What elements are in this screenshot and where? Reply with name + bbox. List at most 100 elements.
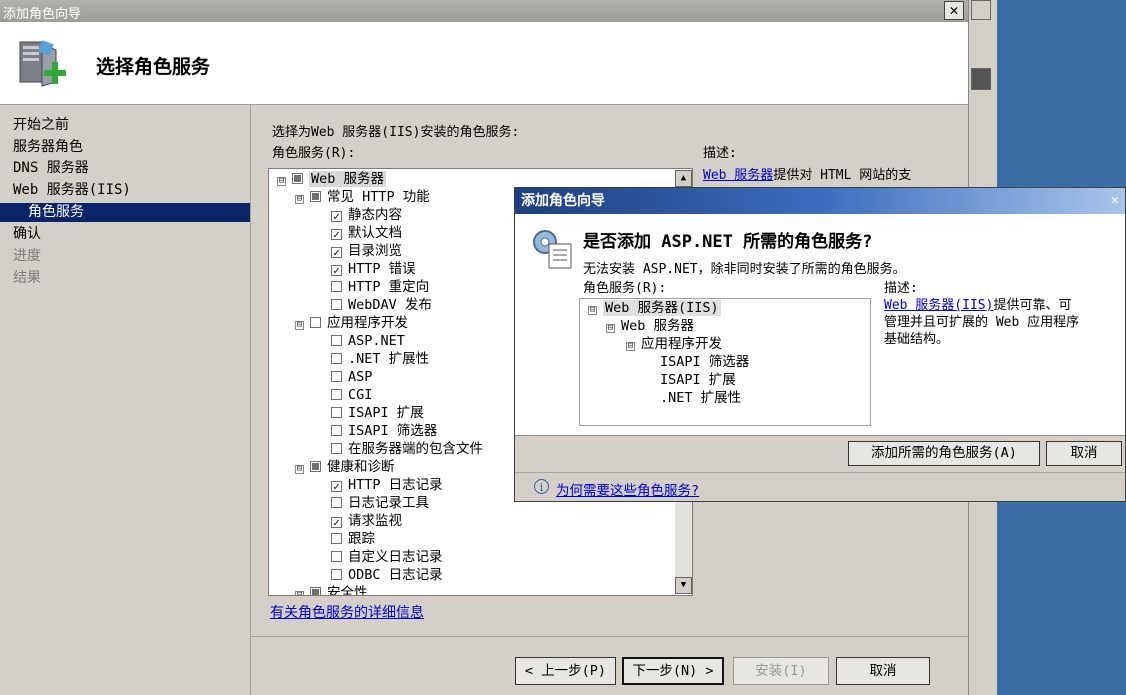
dlg-tree-item-isapi-filter[interactable]: ISAPI 筛选器: [660, 353, 749, 371]
scroll-thumb[interactable]: [971, 68, 991, 90]
tree-label: 目录浏览: [348, 243, 402, 259]
dialog-close-button[interactable]: ✕: [1111, 193, 1119, 208]
tree-item-common-http[interactable]: ⊟ 常见 HTTP 功能: [295, 188, 430, 206]
web-server-link[interactable]: Web 服务器: [703, 168, 773, 183]
checkbox-unchecked[interactable]: [331, 335, 342, 346]
dialog-heading: 是否添加 ASP.NET 所需的角色服务?: [583, 232, 873, 252]
dlg-tree-item-web-server[interactable]: ⊟ Web 服务器: [606, 317, 694, 335]
tree-label: .NET 扩展性: [348, 351, 430, 367]
checkbox-unchecked[interactable]: [331, 425, 342, 436]
dialog-cancel-button[interactable]: 取消: [1046, 441, 1122, 466]
checkbox-unchecked[interactable]: [331, 443, 342, 454]
tree-item-ssi[interactable]: 在服务器端的包含文件: [331, 440, 483, 458]
expander-icon[interactable]: ⊟: [277, 177, 286, 186]
checkbox-checked[interactable]: ✓: [331, 481, 342, 492]
tree-item-asp[interactable]: ASP: [331, 368, 372, 386]
checkbox-unchecked[interactable]: [331, 353, 342, 364]
nav-item-before-you-begin[interactable]: 开始之前: [13, 115, 69, 135]
checkbox-unchecked[interactable]: [331, 551, 342, 562]
checkbox-unchecked[interactable]: [310, 317, 321, 328]
checkbox-checked[interactable]: ✓: [331, 211, 342, 222]
checkbox-checked[interactable]: ✓: [331, 265, 342, 276]
tree-item-health[interactable]: ⊟ 健康和诊断: [295, 458, 395, 476]
tree-item-http-errors[interactable]: ✓ HTTP 错误: [331, 260, 416, 278]
nav-item-server-roles[interactable]: 服务器角色: [13, 137, 83, 157]
description-body: 提供对 HTML 网站的支: [773, 168, 912, 183]
description-text: Web 服务器提供对 HTML 网站的支: [703, 164, 911, 183]
checkbox-partial[interactable]: [292, 173, 303, 184]
checkbox-unchecked[interactable]: [331, 371, 342, 382]
tree-item-isapi-ext[interactable]: ISAPI 扩展: [331, 404, 424, 422]
tree-item-directory-browsing[interactable]: ✓ 目录浏览: [331, 242, 402, 260]
tree-item-web-server[interactable]: ⊟ Web 服务器: [277, 170, 387, 188]
dlg-tree-item-web-server-iis[interactable]: ⊟ Web 服务器(IIS): [588, 299, 721, 317]
dialog-list-label: 角色服务(R):: [583, 281, 667, 296]
checkbox-unchecked[interactable]: [331, 299, 342, 310]
cancel-button[interactable]: 取消: [836, 657, 930, 685]
web-server-iis-link[interactable]: Web 服务器(IIS): [884, 298, 993, 313]
expander-icon[interactable]: ⊟: [588, 306, 597, 315]
nav-item-role-services[interactable]: 角色服务: [0, 203, 250, 222]
tree-item-security[interactable]: ⊟ 安全性: [295, 584, 368, 595]
expander-icon[interactable]: ⊟: [295, 321, 304, 330]
close-button[interactable]: ✕: [944, 1, 964, 20]
scroll-up-icon[interactable]: ▲: [675, 170, 692, 187]
tree-item-odbc-logging[interactable]: ODBC 日志记录: [331, 566, 443, 584]
nav-item-confirmation[interactable]: 确认: [13, 224, 41, 244]
nav-item-web-server[interactable]: Web 服务器(IIS): [13, 180, 131, 200]
why-needed-link[interactable]: 为何需要这些角色服务?: [556, 479, 699, 499]
desc-line-1: 提供可靠、可: [993, 298, 1072, 313]
tree-item-tracing[interactable]: 跟踪: [331, 530, 375, 548]
more-info-link[interactable]: 有关角色服务的详细信息: [270, 602, 424, 622]
tree-label: 常见 HTTP 功能: [327, 189, 430, 205]
expander-icon[interactable]: ⊟: [626, 342, 635, 351]
checkbox-checked[interactable]: ✓: [331, 229, 342, 240]
next-button[interactable]: 下一步(N) >: [622, 657, 724, 685]
required-services-tree[interactable]: ⊟ Web 服务器(IIS) ⊟ Web 服务器 ⊟ 应用程序开发 ISAPI 筛选器…: [579, 298, 871, 426]
install-button: 安装(I): [733, 657, 829, 685]
tree-item-static-content[interactable]: ✓ 静态内容: [331, 206, 402, 224]
tree-item-http-logging[interactable]: ✓ HTTP 日志记录: [331, 476, 443, 494]
tree-item-logging-tools[interactable]: 日志记录工具: [331, 494, 429, 512]
tree-item-net-ext[interactable]: .NET 扩展性: [331, 350, 429, 368]
tree-item-webdav[interactable]: WebDAV 发布: [331, 296, 432, 314]
dlg-tree-item-app-dev[interactable]: ⊟ 应用程序开发: [626, 335, 722, 353]
checkbox-checked[interactable]: ✓: [331, 247, 342, 258]
checkbox-checked[interactable]: ✓: [331, 517, 342, 528]
info-icon: i: [534, 479, 549, 494]
tree-label: CGI: [348, 387, 373, 403]
tree-item-custom-logging[interactable]: 自定义日志记录: [331, 548, 443, 566]
tree-item-http-redirect[interactable]: HTTP 重定向: [331, 278, 429, 296]
expander-icon[interactable]: ⊟: [606, 324, 615, 333]
previous-button[interactable]: < 上一步(P): [515, 657, 616, 685]
tree-item-request-monitor[interactable]: ✓ 请求监视: [331, 512, 402, 530]
tree-label: Web 服务器: [309, 171, 387, 187]
server-add-icon: [19, 40, 66, 87]
expander-icon[interactable]: ⊟: [295, 591, 304, 595]
checkbox-unchecked[interactable]: [331, 407, 342, 418]
tree-label: Web 服务器(IIS): [603, 300, 721, 316]
add-required-services-button[interactable]: 添加所需的角色服务(A): [848, 441, 1040, 466]
checkbox-unchecked[interactable]: [331, 281, 342, 292]
dlg-tree-item-isapi-ext[interactable]: ISAPI 扩展: [660, 371, 736, 389]
tree-item-default-document[interactable]: ✓ 默认文档: [331, 224, 402, 242]
dlg-tree-item-net-ext[interactable]: .NET 扩展性: [660, 389, 741, 407]
instruction-text: 选择为Web 服务器(IIS)安装的角色服务:: [272, 125, 520, 140]
expander-icon[interactable]: ⊟: [295, 195, 304, 204]
page-title: 选择角色服务: [96, 56, 211, 78]
tree-item-aspnet[interactable]: ASP.NET: [331, 332, 405, 350]
checkbox-partial[interactable]: [310, 587, 321, 595]
scroll-down-icon[interactable]: ▼: [675, 577, 692, 594]
nav-item-dns-server[interactable]: DNS 服务器: [13, 158, 89, 178]
checkbox-partial[interactable]: [310, 461, 321, 472]
checkbox-unchecked[interactable]: [331, 569, 342, 580]
checkbox-unchecked[interactable]: [331, 533, 342, 544]
scroll-up-icon[interactable]: [971, 0, 991, 20]
tree-item-app-dev[interactable]: ⊟ 应用程序开发: [295, 314, 408, 332]
expander-icon[interactable]: ⊟: [295, 465, 304, 474]
checkbox-unchecked[interactable]: [331, 389, 342, 400]
checkbox-unchecked[interactable]: [331, 497, 342, 508]
tree-item-isapi-filter[interactable]: ISAPI 筛选器: [331, 422, 437, 440]
tree-item-cgi[interactable]: CGI: [331, 386, 372, 404]
checkbox-partial[interactable]: [310, 191, 321, 202]
